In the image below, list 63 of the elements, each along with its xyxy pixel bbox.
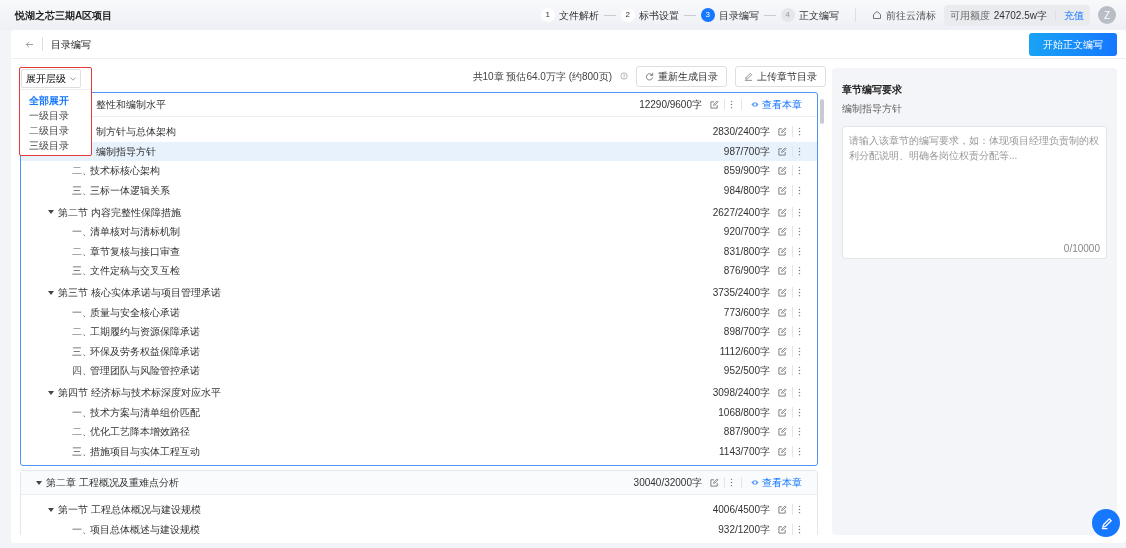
outline-title: 整性和编制水平: [96, 98, 166, 112]
word-count: 887/900字: [723, 425, 770, 440]
word-count: 4006/4500字: [712, 503, 770, 518]
word-count: 773/600字: [723, 305, 770, 320]
word-count: 3735/2400字: [712, 286, 770, 301]
word-count: 876/900字: [723, 264, 770, 279]
word-count: 920/700字: [723, 225, 770, 240]
item-number: 一、: [72, 305, 90, 320]
word-count: 1068/800字: [718, 405, 770, 420]
outline-title: 质量与安全核心承诺: [90, 305, 180, 320]
word-count: 932/1200字: [718, 523, 770, 535]
outline-title: 编制指导方针: [96, 144, 156, 159]
word-count: 1112/600字: [719, 344, 770, 359]
panel-subtitle: 编制指导方针: [842, 102, 903, 116]
outline-title: 第三节 核心实体承诺与项目管理承诺: [58, 286, 221, 301]
word-count: 30040/32000字: [633, 476, 702, 491]
outline-title: 第四节 经济标与技术标深度对应水平: [58, 386, 221, 400]
outline-title: 管理团队与风险管控承诺: [90, 364, 200, 379]
item-number: 二、: [72, 164, 90, 179]
word-count: 2830/2400字: [712, 125, 770, 140]
item-number: 二、: [72, 425, 90, 440]
word-count: 2627/2400字: [712, 205, 770, 220]
item-number: 一、: [72, 523, 90, 535]
word-count: 859/900字: [723, 164, 770, 179]
summary-text: 共10章 预估64.0万字 (约800页): [472, 69, 612, 84]
word-count: 12290/9600字: [639, 98, 702, 112]
outline-title: 措施项目与实体工程互动: [90, 444, 200, 459]
item-number: 三、: [72, 344, 90, 359]
item-number: 四、: [72, 364, 90, 379]
outline-title: 文件定稿与交叉互检: [90, 264, 180, 279]
outline-title: 第二章 工程概况及重难点分析: [46, 476, 179, 491]
quota-value: 24702.5w字: [993, 8, 1047, 23]
word-count: 3098/2400字: [712, 386, 770, 400]
outline-title: 第一节 工程总体概况与建设规模: [58, 503, 201, 518]
word-count: 1143/700字: [719, 444, 770, 459]
character-counter: 0/10000: [1063, 242, 1100, 256]
outline-title: 制方针与总体架构: [96, 125, 176, 140]
outline-title: 技术方案与清单组价匹配: [90, 405, 200, 420]
project-title: 悦湖之芯三期A区项目: [15, 8, 113, 23]
panel-title: 章节编写要求: [842, 83, 903, 97]
outline-title: 优化工艺降本增效路径: [90, 425, 190, 440]
word-count: 987/700字: [723, 144, 770, 159]
outline-title: 清单核对与清标机制: [90, 225, 180, 240]
outline-title: 第二节 内容完整性保障措施: [58, 205, 181, 220]
outline-title: 技术标核心架构: [90, 164, 160, 179]
word-count: 898/700字: [723, 325, 770, 340]
item-number: 二、: [72, 325, 90, 340]
page-title: 目录编写: [51, 37, 91, 52]
quota-label: 可用额度: [949, 8, 990, 23]
word-count: 952/500字: [723, 364, 770, 379]
outline-title: 工期履约与资源保障承诺: [90, 325, 200, 340]
item-number: 二、: [72, 244, 90, 259]
item-number: 三、: [72, 444, 90, 459]
item-number: 一、: [72, 225, 90, 240]
word-count: 831/800字: [723, 244, 770, 259]
item-number: 三、: [72, 264, 90, 279]
outline-title: 项目总体概述与建设规模: [90, 523, 200, 535]
word-count: 984/800字: [723, 184, 770, 199]
item-number: 一、: [72, 405, 90, 420]
outline-title: 章节复核与接口审查: [90, 244, 180, 259]
item-number: 三、: [72, 184, 90, 199]
outline-title: 环保及劳务权益保障承诺: [90, 344, 200, 359]
outline-title: 三标一体逻辑关系: [90, 184, 170, 199]
